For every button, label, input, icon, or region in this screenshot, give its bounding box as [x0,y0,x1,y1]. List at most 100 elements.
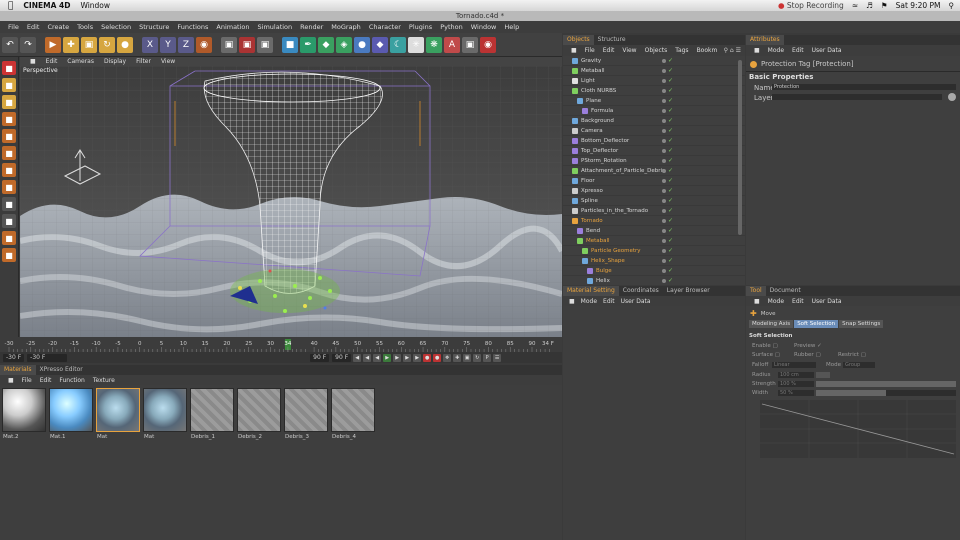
preview-checkbox[interactable]: Preview ✓ [794,343,822,349]
visibility-icon[interactable] [662,219,666,223]
end-frame-field[interactable]: 90 F [332,353,352,362]
y-axis-icon[interactable]: Y [160,36,176,53]
width-slider[interactable] [816,390,956,396]
redo-icon[interactable]: ↷ [20,36,36,53]
render-picture-icon[interactable]: ▣ [239,36,255,53]
timeline-menu-icon[interactable]: ☰ [493,353,502,362]
menu-tools[interactable]: Tools [77,23,93,31]
tab-material-setting[interactable]: Material Setting [563,286,619,296]
enable-check-icon[interactable]: ✓ [668,116,673,126]
tab-tool[interactable]: Tool [746,286,766,296]
material-setting-menu-edit[interactable]: Edit [603,298,615,305]
object-row[interactable]: Cloth NURBS ✓ [563,86,745,96]
enable-check-icon[interactable]: ✓ [668,56,673,66]
menu-mograph[interactable]: MoGraph [331,23,361,31]
material-swatch[interactable]: Debris_1 [190,388,234,440]
start-frame-field[interactable]: -30 F [3,353,25,362]
menu-render[interactable]: Render [300,23,323,31]
flag-icon[interactable]: ⚑ [881,1,888,10]
enable-check-icon[interactable]: ✓ [668,106,673,116]
strength-slider[interactable] [816,381,956,387]
texture-icon[interactable]: ■ [2,95,16,109]
visibility-icon[interactable] [662,169,666,173]
next-frame-icon[interactable]: ▶ [393,353,402,362]
falloff-graph[interactable] [760,400,956,458]
object-row[interactable]: Light ✓ [563,76,745,86]
z-axis-icon[interactable]: Z [178,36,194,53]
object-scrollbar[interactable] [738,60,742,235]
object-row[interactable]: Formula ✓ [563,106,745,116]
visibility-icon[interactable] [662,239,666,243]
material-swatch[interactable]: Mat.2 [2,388,46,440]
enable-checkbox[interactable]: Enable ▢ [752,343,778,349]
param-key-icon[interactable]: P [483,353,492,362]
object-row[interactable]: Spline ✓ [563,196,745,206]
object-row[interactable]: Metaball ✓ [563,236,745,246]
object-row[interactable]: Background ✓ [563,116,745,126]
enable-check-icon[interactable]: ✓ [668,186,673,196]
wifi-icon[interactable]: ≈ [852,1,858,10]
surface-checkbox[interactable]: Surface ▢ [752,352,780,358]
material-setting-menu-mode[interactable]: Mode [581,298,597,305]
material-toggle-icon[interactable]: ■ [8,377,14,384]
window-menu[interactable]: Window [80,1,110,10]
scale-key-icon[interactable]: ▣ [463,353,472,362]
enable-check-icon[interactable]: ✓ [668,76,673,86]
locked-icon[interactable]: ■ [2,231,16,245]
record-key-icon[interactable]: ● [423,353,432,362]
cube-icon[interactable]: ■ [282,36,298,53]
falloff-dropdown[interactable]: Linear [772,362,816,368]
visibility-icon[interactable] [662,109,666,113]
visibility-icon[interactable] [662,259,666,263]
menu-plugins[interactable]: Plugins [409,23,432,31]
subtab-modeling-axis[interactable]: Modeling Axis [749,320,794,328]
go-end-icon[interactable]: ▶ [413,353,422,362]
axis-icon[interactable]: ■ [2,112,16,126]
menu-create[interactable]: Create [47,23,69,31]
menu-python[interactable]: Python [440,23,463,31]
points-icon[interactable]: ■ [2,129,16,143]
material-swatch[interactable]: Debris_2 [237,388,281,440]
x-axis-icon[interactable]: X [142,36,158,53]
array-icon[interactable]: ◈ [336,36,352,53]
attributes-menu-mode[interactable]: Mode [768,47,784,54]
polygons-icon[interactable]: ■ [2,163,16,177]
enable-check-icon[interactable]: ✓ [668,276,673,285]
menu-functions[interactable]: Functions [177,23,208,31]
menu-simulation[interactable]: Simulation [258,23,293,31]
tool-toggle-icon[interactable]: ■ [754,298,760,305]
make-editable-icon[interactable]: ■ [2,61,16,75]
object-row[interactable]: Bulge ✓ [563,266,745,276]
attributes-toggle-icon[interactable]: ■ [754,47,760,54]
object-row[interactable]: Gravity ✓ [563,56,745,66]
snap-icon[interactable]: ■ [2,197,16,211]
enable-check-icon[interactable]: ✓ [668,86,673,96]
tab-coordinates[interactable]: Coordinates [619,286,663,296]
object-row[interactable]: Plane ✓ [563,96,745,106]
object-toggle-icon[interactable]: ■ [571,47,577,54]
recording-indicator[interactable]: ● Stop Recording [778,1,844,10]
prev-frame-icon[interactable]: ◀ [373,353,382,362]
enable-check-icon[interactable]: ✓ [668,66,673,76]
move-icon[interactable]: ✚ [63,36,79,53]
visibility-icon[interactable] [662,119,666,123]
tab-attributes[interactable]: Attributes [746,35,784,45]
max-frame-field[interactable]: 90 F [310,353,330,362]
object-menu-tags[interactable]: Tags [675,47,688,54]
volume-icon[interactable]: ♬ [866,1,873,10]
workplane-icon[interactable]: ■ [2,214,16,228]
viewport-menu-edit[interactable]: Edit [46,58,58,65]
enable-check-icon[interactable]: ✓ [668,166,673,176]
object-row[interactable]: Attachment_of_Particle_Debris ✓ [563,166,745,176]
go-start-icon[interactable]: ◀ [353,353,362,362]
viewport-toggle-icon[interactable]: ■ [30,58,36,65]
visibility-icon[interactable] [662,149,666,153]
radius-slider[interactable] [816,372,830,378]
apple-icon[interactable]:  [8,1,13,11]
material-menu-texture[interactable]: Texture [93,377,115,384]
tab-objects[interactable]: Objects [563,35,594,45]
object-row[interactable]: PStorm_Rotation ✓ [563,156,745,166]
object-menu-edit[interactable]: Edit [603,47,615,54]
key-selection-icon[interactable]: ❖ [443,353,452,362]
enable-check-icon[interactable]: ✓ [668,256,673,266]
